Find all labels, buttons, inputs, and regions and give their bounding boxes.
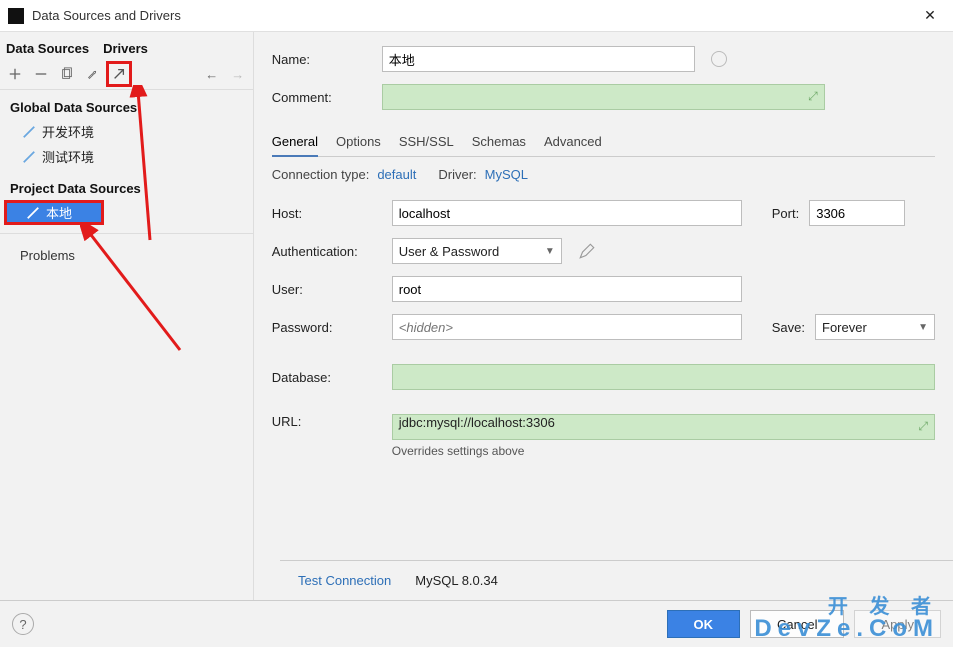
chevron-down-icon: ▼ [918, 322, 928, 333]
sidebar-tabs: Data Sources Drivers [0, 32, 253, 59]
add-icon[interactable] [6, 65, 24, 83]
datasource-icon [26, 206, 40, 220]
tree-item[interactable]: 测试环境 [0, 144, 253, 169]
sidebar-tree: Global Data Sources 开发环境 测试环境 Project Da… [0, 90, 253, 263]
bottom-bar: Test Connection MySQL 8.0.34 [280, 560, 953, 600]
heading-project: Project Data Sources [0, 177, 253, 200]
make-global-icon[interactable] [110, 65, 128, 83]
save-label: Save: [772, 320, 805, 335]
connection-type-link[interactable]: default [377, 167, 416, 182]
detail-tabs: General Options SSH/SSL Schemas Advanced [272, 128, 935, 157]
database-label: Database: [272, 370, 382, 385]
tree-item[interactable]: 开发环境 [0, 119, 253, 144]
comment-label: Comment: [272, 90, 372, 105]
back-icon[interactable]: ← [203, 65, 221, 83]
window-title: Data Sources and Drivers [32, 8, 915, 23]
driver-version: MySQL 8.0.34 [415, 573, 498, 588]
database-input[interactable] [392, 364, 935, 390]
url-input[interactable]: jdbc:mysql://localhost:3306⤢ [392, 414, 935, 440]
host-label: Host: [272, 206, 382, 221]
password-label: Password: [272, 320, 382, 335]
app-logo-icon [8, 8, 24, 24]
remove-icon[interactable] [32, 65, 50, 83]
copy-icon[interactable] [58, 65, 76, 83]
user-input[interactable] [392, 276, 742, 302]
titlebar: Data Sources and Drivers ✕ [0, 0, 953, 32]
cancel-button[interactable]: Cancel [750, 610, 844, 638]
tree-item-label: 开发环境 [42, 122, 94, 141]
tab-drivers[interactable]: Drivers [103, 38, 148, 59]
expand-icon[interactable]: ⤢ [808, 89, 818, 104]
sidebar-problems[interactable]: Problems [0, 242, 253, 263]
test-connection-link[interactable]: Test Connection [298, 573, 391, 588]
apply-button[interactable]: Apply [854, 610, 941, 638]
sidebar-toolbar: ← → [0, 59, 253, 90]
name-label: Name: [272, 52, 372, 67]
connection-type-label: Connection type: [272, 167, 370, 182]
reset-icon[interactable] [711, 51, 727, 67]
forward-icon[interactable]: → [229, 65, 247, 83]
tab-schemas[interactable]: Schemas [472, 128, 526, 156]
tree-item-label: 本地 [46, 203, 72, 222]
auth-label: Authentication: [272, 244, 382, 259]
driver-link[interactable]: MySQL [485, 167, 528, 182]
footer: ? OK Cancel Apply [0, 600, 953, 647]
driver-label: Driver: [438, 167, 476, 182]
tab-general[interactable]: General [272, 128, 318, 157]
wrench-icon[interactable] [84, 65, 102, 83]
tree-item-selected[interactable]: 本地 [4, 200, 104, 225]
help-icon[interactable]: ? [12, 613, 34, 635]
auth-select[interactable]: User & Password▼ [392, 238, 562, 264]
expand-icon[interactable]: ⤢ [918, 419, 928, 434]
url-hint: Overrides settings above [392, 444, 935, 458]
ok-button[interactable]: OK [667, 610, 741, 638]
comment-input[interactable]: ⤢ [382, 84, 825, 110]
chevron-down-icon: ▼ [545, 246, 555, 257]
heading-global: Global Data Sources [0, 96, 253, 119]
close-icon[interactable]: ✕ [915, 7, 945, 24]
port-input[interactable] [809, 200, 905, 226]
tab-data-sources[interactable]: Data Sources [6, 38, 89, 59]
content-panel: Name: Comment: ⤢ General Options SSH/SSL… [254, 32, 953, 600]
save-select[interactable]: Forever▼ [815, 314, 935, 340]
host-input[interactable] [392, 200, 742, 226]
tab-advanced[interactable]: Advanced [544, 128, 602, 156]
datasource-icon [22, 150, 36, 164]
port-label: Port: [772, 206, 799, 221]
tab-sshssl[interactable]: SSH/SSL [399, 128, 454, 156]
name-input[interactable] [382, 46, 695, 72]
tab-options[interactable]: Options [336, 128, 381, 156]
tree-item-label: 测试环境 [42, 147, 94, 166]
datasource-icon [22, 125, 36, 139]
password-input[interactable] [392, 314, 742, 340]
edit-icon[interactable] [578, 242, 596, 260]
sidebar: Data Sources Drivers ← → Global Data Sou… [0, 32, 254, 600]
url-label: URL: [272, 414, 382, 429]
user-label: User: [272, 282, 382, 297]
